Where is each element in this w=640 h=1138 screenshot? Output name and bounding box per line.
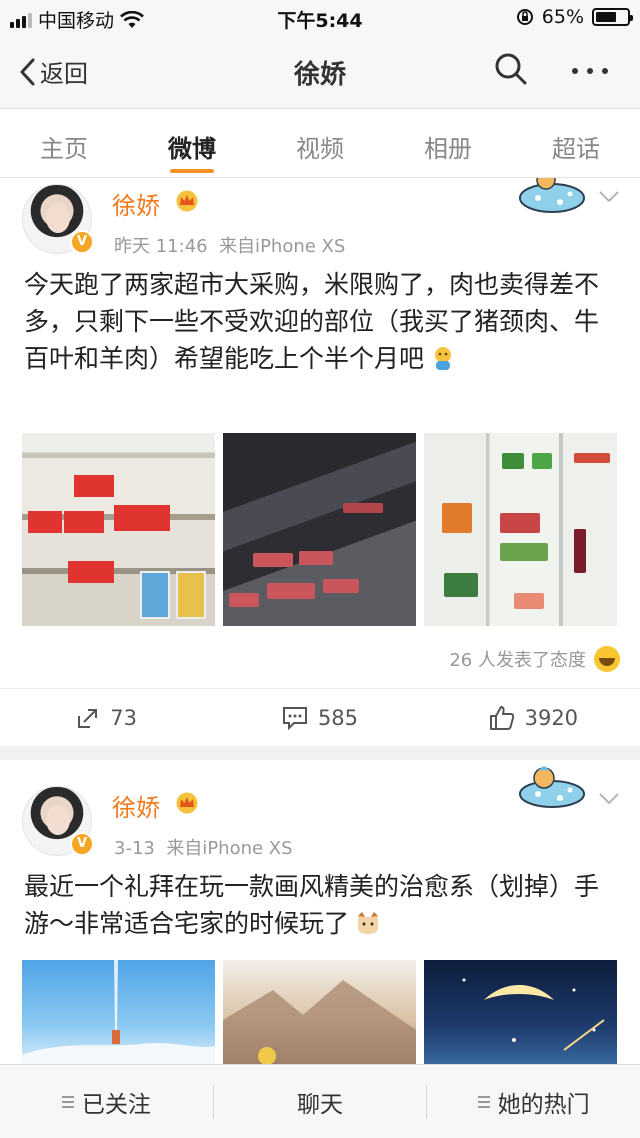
repost-icon xyxy=(78,708,98,728)
reaction-summary[interactable]: 26 人发表了态度 xyxy=(449,646,620,672)
cat-emoji-icon xyxy=(358,912,379,934)
crown-icon xyxy=(176,792,198,814)
post-username[interactable]: 徐娇 xyxy=(112,186,160,221)
photo-grid xyxy=(22,960,617,1064)
tab-album[interactable]: 相册 xyxy=(384,109,512,177)
comment-button[interactable]: 585 xyxy=(213,689,426,746)
gesture-emoji-icon xyxy=(435,347,452,370)
menu-lines-icon xyxy=(61,1095,74,1108)
meat-counter-photo[interactable] xyxy=(223,433,416,626)
post-time: 昨天 11:46 xyxy=(114,236,208,257)
following-label: 已关注 xyxy=(81,1091,151,1118)
bottom-action-bar: 已关注 聊天 她的热门 xyxy=(0,1064,640,1138)
post-text: 最近一个礼拜在玩一款画风精美的治愈系（划掉）手游～非常适合宅家的时候玩了 xyxy=(24,872,600,938)
more-options-icon[interactable] xyxy=(572,68,608,74)
weibo-profile-screen: 中国移动 下午5:44 65% 返回 徐娇 主页 微博 视频 相册 超话 V 徐… xyxy=(0,0,640,1138)
profile-tabs: 主页 微博 视频 相册 超话 xyxy=(0,108,640,178)
comment-count: 585 xyxy=(317,705,359,730)
tab-video[interactable]: 视频 xyxy=(256,109,384,177)
repost-button[interactable]: 73 xyxy=(0,689,213,746)
tab-weibo[interactable]: 微博 xyxy=(128,109,256,177)
status-bar: 中国移动 下午5:44 65% xyxy=(0,0,640,36)
game-screenshot-photo[interactable] xyxy=(223,960,416,1064)
game-screenshot-photo[interactable] xyxy=(424,960,617,1064)
page-title: 徐娇 xyxy=(293,60,346,90)
post-time: 3-13 xyxy=(114,838,155,859)
menu-lines-icon xyxy=(477,1095,490,1108)
hot-posts-button[interactable]: 她的热门 xyxy=(426,1084,640,1119)
verified-badge-icon: V xyxy=(70,832,94,856)
laughing-emoji-icon xyxy=(594,646,620,672)
navigation-bar: 返回 徐娇 xyxy=(0,36,640,108)
crown-icon xyxy=(176,190,198,212)
verified-badge-icon: V xyxy=(70,230,94,254)
hot-posts-label: 她的热门 xyxy=(497,1091,590,1118)
supermarket-shelf-photo[interactable] xyxy=(22,433,215,626)
search-icon[interactable] xyxy=(494,52,528,86)
pet-decoration-icon xyxy=(519,766,585,808)
orientation-lock-icon xyxy=(516,9,533,25)
like-button[interactable]: 3920 xyxy=(427,689,640,746)
post-username[interactable]: 徐娇 xyxy=(112,788,160,823)
chat-label: 聊天 xyxy=(297,1091,343,1118)
following-button[interactable]: 已关注 xyxy=(0,1085,213,1119)
post-card[interactable]: V 徐娇 3-13 来自iPhone XS 最近一个礼拜在玩一款画风精美的治愈系… xyxy=(0,760,640,1064)
post-source: 来自iPhone XS xyxy=(219,236,346,257)
post-text: 今天跑了两家超市大采购，米限购了，肉也卖得差不多，只剩下一些不受欢迎的部位（我买… xyxy=(24,270,600,373)
chevron-down-icon[interactable] xyxy=(598,792,620,806)
game-screenshot-photo[interactable] xyxy=(22,960,215,1064)
post-feed: V 徐娇 昨天 11:46 来自iPhone XS 今天跑了两家超市大采购，米限… xyxy=(0,178,640,1064)
tab-home[interactable]: 主页 xyxy=(0,109,128,177)
post-action-bar: 73 585 3920 xyxy=(0,688,640,746)
like-count: 3920 xyxy=(524,705,579,730)
chevron-down-icon[interactable] xyxy=(598,190,620,204)
battery-icon xyxy=(592,8,633,26)
battery-percent: 65% xyxy=(541,6,584,28)
tab-super-topic[interactable]: 超话 xyxy=(512,109,640,177)
photo-grid xyxy=(22,433,617,626)
post-source: 来自iPhone XS xyxy=(166,838,293,859)
thumbs-up-icon xyxy=(489,705,514,730)
comment-icon xyxy=(282,706,307,730)
post-card[interactable]: V 徐娇 昨天 11:46 来自iPhone XS 今天跑了两家超市大采购，米限… xyxy=(0,178,640,746)
reaction-count-label: 26 人发表了态度 xyxy=(449,650,586,671)
pet-decoration-icon xyxy=(519,178,585,213)
repost-count: 73 xyxy=(110,705,138,730)
chat-button[interactable]: 聊天 xyxy=(212,1084,427,1119)
fridge-photo[interactable] xyxy=(424,433,617,626)
